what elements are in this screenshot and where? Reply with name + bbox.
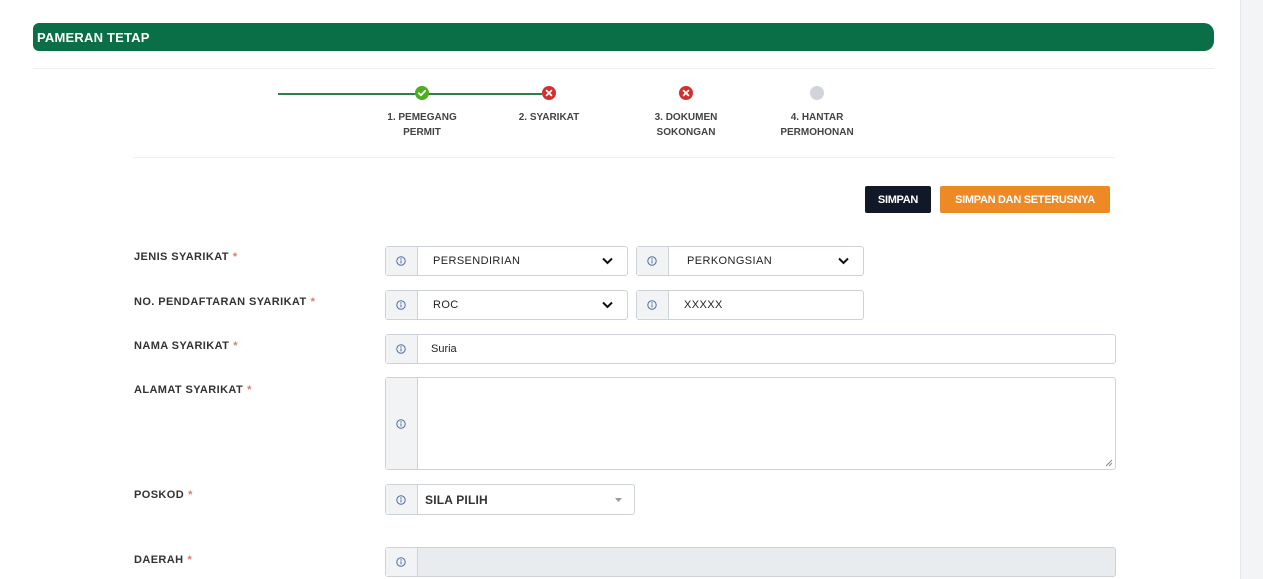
step-1-line2: PERMIT: [403, 127, 441, 138]
info-addon: [386, 378, 418, 469]
info-addon: [637, 291, 669, 319]
step-connector: [278, 93, 420, 95]
info-addon: [386, 485, 418, 514]
company-subtype-select[interactable]: PERKONGSIAN: [636, 246, 864, 276]
info-addon: [386, 335, 418, 363]
company-type-label-text: JENIS SYARIKAT: [134, 251, 229, 263]
company-name-input[interactable]: Suria: [385, 334, 1116, 364]
district-label-text: DAERAH: [134, 554, 184, 566]
step-4-line2: PERMOHONAN: [780, 127, 854, 138]
postcode-label: POSKOD *: [134, 489, 193, 501]
postcode-value: SILA PILIH: [425, 493, 488, 507]
company-name-label: NAMA SYARIKAT *: [134, 340, 238, 352]
step-4-label[interactable]: 4. HANTAR PERMOHONAN: [762, 110, 872, 140]
required-marker: *: [232, 251, 238, 263]
info-icon: [396, 418, 406, 429]
required-marker: *: [247, 384, 252, 396]
step-1-label[interactable]: 1. PEMEGANG PERMIT: [367, 110, 477, 140]
error-circle-icon[interactable]: [679, 86, 693, 100]
info-addon: [386, 247, 418, 275]
district-label: DAERAH *: [134, 554, 192, 566]
district-input[interactable]: [385, 547, 1116, 577]
divider: [33, 68, 1214, 69]
company-subtype-value: PERKONGSIAN: [687, 255, 773, 267]
step-2-label[interactable]: 2. SYARIKAT: [494, 110, 604, 125]
company-address-textarea[interactable]: [385, 377, 1116, 470]
save-button[interactable]: SIMPAN: [865, 186, 931, 213]
info-addon: [386, 548, 418, 576]
step-3-label[interactable]: 3. DOKUMEN SOKONGAN: [631, 110, 741, 140]
check-circle-icon[interactable]: [415, 86, 429, 100]
required-marker: *: [310, 296, 316, 308]
section-header: PAMERAN TETAP: [33, 23, 1214, 51]
registration-number-input[interactable]: XXXXX: [636, 290, 864, 320]
company-name-label-text: NAMA SYARIKAT: [134, 340, 230, 352]
company-address-label-text: ALAMAT SYARIKAT: [134, 384, 244, 396]
step-1-line1: 1. PEMEGANG: [387, 112, 457, 123]
step-connector: [428, 93, 542, 95]
info-icon: [396, 494, 406, 505]
info-icon: [396, 344, 406, 354]
chevron-down-icon: [602, 301, 613, 309]
registration-type-select[interactable]: ROC: [385, 290, 628, 320]
error-circle-icon[interactable]: [542, 86, 556, 100]
company-type-label: JENIS SYARIKAT *: [134, 251, 238, 263]
resize-handle-icon[interactable]: [1105, 459, 1113, 467]
form-card: PAMERAN TETAP 1. PEMEGANG PERMIT 2. SYAR…: [0, 0, 1241, 579]
required-marker: *: [187, 554, 193, 566]
info-icon: [647, 300, 657, 310]
step-4-line1: 4. HANTAR: [790, 112, 844, 123]
registration-type-value: ROC: [433, 299, 459, 311]
info-icon: [396, 256, 406, 266]
company-type-select[interactable]: PERSENDIRIAN: [385, 246, 628, 276]
section-title: PAMERAN TETAP: [37, 30, 150, 45]
company-name-value: Suria: [431, 343, 457, 355]
required-marker: *: [188, 489, 193, 501]
company-address-label: ALAMAT SYARIKAT *: [134, 384, 252, 396]
info-icon: [647, 256, 657, 266]
postcode-select[interactable]: SILA PILIH: [385, 484, 635, 515]
step-3-line1: 3. DOKUMEN: [654, 112, 718, 123]
registration-number-value: XXXXX: [684, 299, 723, 311]
registration-number-label: NO. PENDAFTARAN SYARIKAT *: [134, 296, 315, 308]
caret-down-icon: [615, 498, 622, 502]
info-icon: [396, 300, 406, 310]
chevron-down-icon: [602, 257, 613, 265]
required-marker: *: [233, 340, 238, 352]
postcode-label-text: POSKOD: [134, 489, 185, 501]
pending-circle-icon[interactable]: [810, 86, 824, 100]
company-type-value: PERSENDIRIAN: [433, 255, 521, 267]
step-3-line2: SOKONGAN: [656, 127, 716, 138]
registration-number-label-text: NO. PENDAFTARAN SYARIKAT: [134, 296, 307, 308]
info-addon: [637, 247, 669, 275]
chevron-down-icon: [838, 257, 849, 265]
step-2-line1: 2. SYARIKAT: [518, 112, 580, 123]
save-and-continue-button[interactable]: SIMPAN DAN SETERUSNYA: [940, 186, 1110, 213]
info-addon: [386, 291, 418, 319]
info-icon: [396, 557, 406, 567]
divider: [133, 157, 1115, 158]
